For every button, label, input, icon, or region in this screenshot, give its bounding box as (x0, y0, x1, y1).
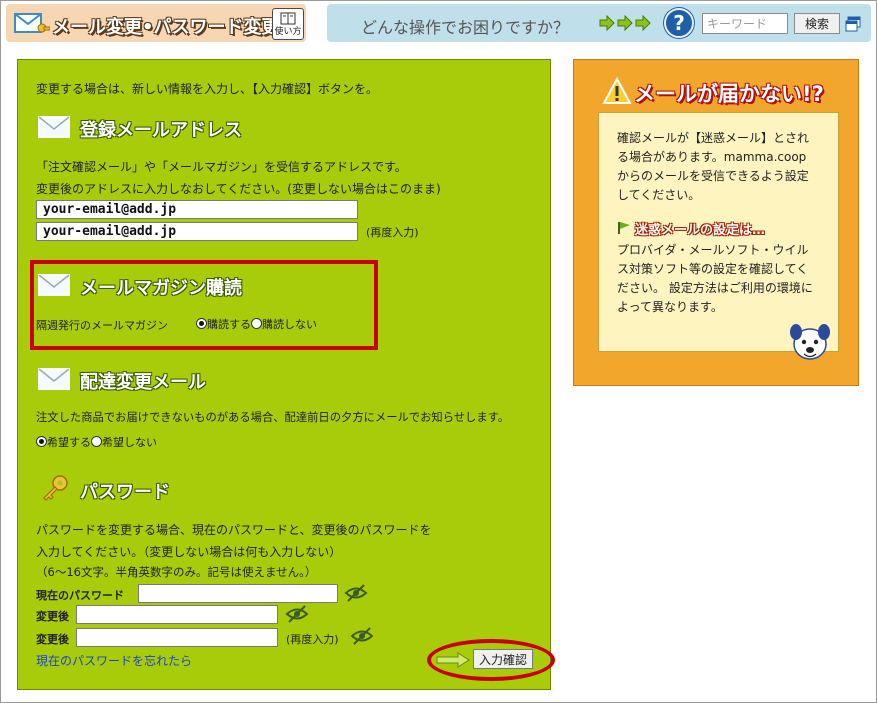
side-para1-line4: してください。 (617, 188, 701, 202)
email-confirm-note: (再度入力) (366, 226, 419, 239)
email-confirm-field[interactable]: your-email@add.jp (36, 222, 358, 241)
password-section-title: パスワード (80, 482, 170, 503)
eye-off-icon[interactable] (350, 627, 374, 648)
help-search-bar: どんな操作でお困りですか？ ? 検索 (327, 4, 871, 42)
delivery-options: 希望する 希望しない (36, 434, 157, 450)
side-para1-line2: る場合があります。mamma.coop (617, 150, 807, 164)
new-password-input[interactable] (76, 605, 278, 624)
search-button[interactable]: 検索 (794, 13, 840, 34)
new-password-label: 変更後 (36, 610, 69, 623)
page-title: メール変更•パスワード変更 (52, 17, 280, 38)
delivery-option-no-label: 希望しない (102, 436, 157, 449)
window-icon[interactable] (845, 16, 861, 35)
current-password-label: 現在のパスワード (36, 589, 124, 602)
key-icon (40, 474, 70, 507)
forgot-password-link[interactable]: 現在のパスワードを忘れたら (36, 652, 192, 669)
mascot-dog-icon (786, 318, 836, 369)
eye-off-icon[interactable] (344, 584, 368, 605)
header-title-bar: メール変更•パスワード変更 使い方 (6, 4, 306, 42)
side-para2-line3: ださい。 設定方法はご利用の環境に (617, 281, 813, 295)
magazine-radio-no[interactable] (251, 318, 262, 329)
password-confirm-note: (再度入力) (286, 633, 339, 646)
side-para1-line3: からのメールを受信できるよう設定 (617, 169, 809, 183)
side-subhead: 迷惑メールの設定は… (635, 223, 766, 238)
delivery-radio-yes[interactable] (36, 436, 47, 447)
side-para2-line4: よって異なります。 (617, 300, 723, 314)
password-desc-1: パスワードを変更する場合、現在のパスワードと、変更後のパスワードを (36, 523, 432, 537)
envelope-icon (38, 274, 70, 299)
main-form-panel: 変更する場合は、新しい情報を入力し、【入力確認】ボタンを。 登録メールアドレス … (17, 59, 551, 690)
side-title: メールが届かない!? (634, 82, 824, 106)
magazine-options: 購読する 購読しない (196, 316, 317, 332)
warning-icon (602, 76, 632, 108)
magazine-section-title: メールマガジン購読 (80, 278, 242, 299)
new-password-confirm-input[interactable] (76, 628, 278, 647)
email-desc-1: 「注文確認メール」や「メールマガジン」を受信するアドレスです。 (36, 160, 407, 174)
intro-text: 変更する場合は、新しい情報を入力し、【入力確認】ボタンを。 (36, 82, 379, 96)
email-desc-2: 変更後のアドレスに入力しなおしてください。(変更しない場合はこのまま) (36, 182, 441, 196)
magazine-radio-yes[interactable] (196, 318, 207, 329)
password-desc-2: 入力してください。（変更しない場合は何も入力しない） (36, 545, 342, 559)
email-field[interactable]: your-email@add.jp (36, 200, 358, 219)
magazine-option-no-label: 購読しない (262, 318, 317, 331)
side-para2-line1: プロバイダ・メールソフト・ウイル (617, 243, 809, 257)
eye-off-icon[interactable] (285, 605, 309, 626)
howto-button[interactable]: 使い方 (272, 8, 304, 40)
email-section-title: 登録メールアドレス (80, 120, 242, 141)
password-desc-3: （6～16文字。半角英数字のみ。記号は使えません。） (36, 565, 317, 579)
help-question: どんな操作でお困りですか？ (361, 18, 570, 37)
delivery-desc: 注文した商品でお届けできないものがある場合、配達前日の夕方にメールでお知らせしま… (36, 411, 510, 424)
delivery-section-title: 配達変更メール (80, 372, 206, 393)
envelope-icon (38, 116, 70, 141)
howto-label: 使い方 (274, 27, 302, 37)
new-password-confirm-label: 変更後 (36, 633, 69, 646)
magazine-label: 隔週発行のメールマガジン (36, 319, 168, 332)
mail-not-arriving-panel: メールが届かない!? 確認メールが【迷惑メール】とされ る場合があります。mam… (573, 59, 859, 386)
envelope-icon (38, 368, 70, 393)
mail-key-icon (14, 12, 51, 39)
keyword-search-input[interactable] (702, 13, 788, 34)
confirm-highlight-ellipse (427, 639, 555, 681)
delivery-radio-no[interactable] (91, 436, 102, 447)
help-icon[interactable]: ? (664, 8, 694, 38)
arrow-icons (599, 14, 655, 34)
magazine-option-yes-label: 購読する (207, 318, 251, 331)
flag-icon (617, 221, 631, 238)
current-password-input[interactable] (138, 584, 338, 603)
side-info-box: 確認メールが【迷惑メール】とされ る場合があります。mamma.coop からの… (598, 112, 839, 352)
side-para1-line1: 確認メールが【迷惑メール】とされ (617, 131, 810, 145)
delivery-option-yes-label: 希望する (47, 436, 91, 449)
side-para2-line2: ス対策ソフト等の設定を確認してく (617, 262, 809, 276)
